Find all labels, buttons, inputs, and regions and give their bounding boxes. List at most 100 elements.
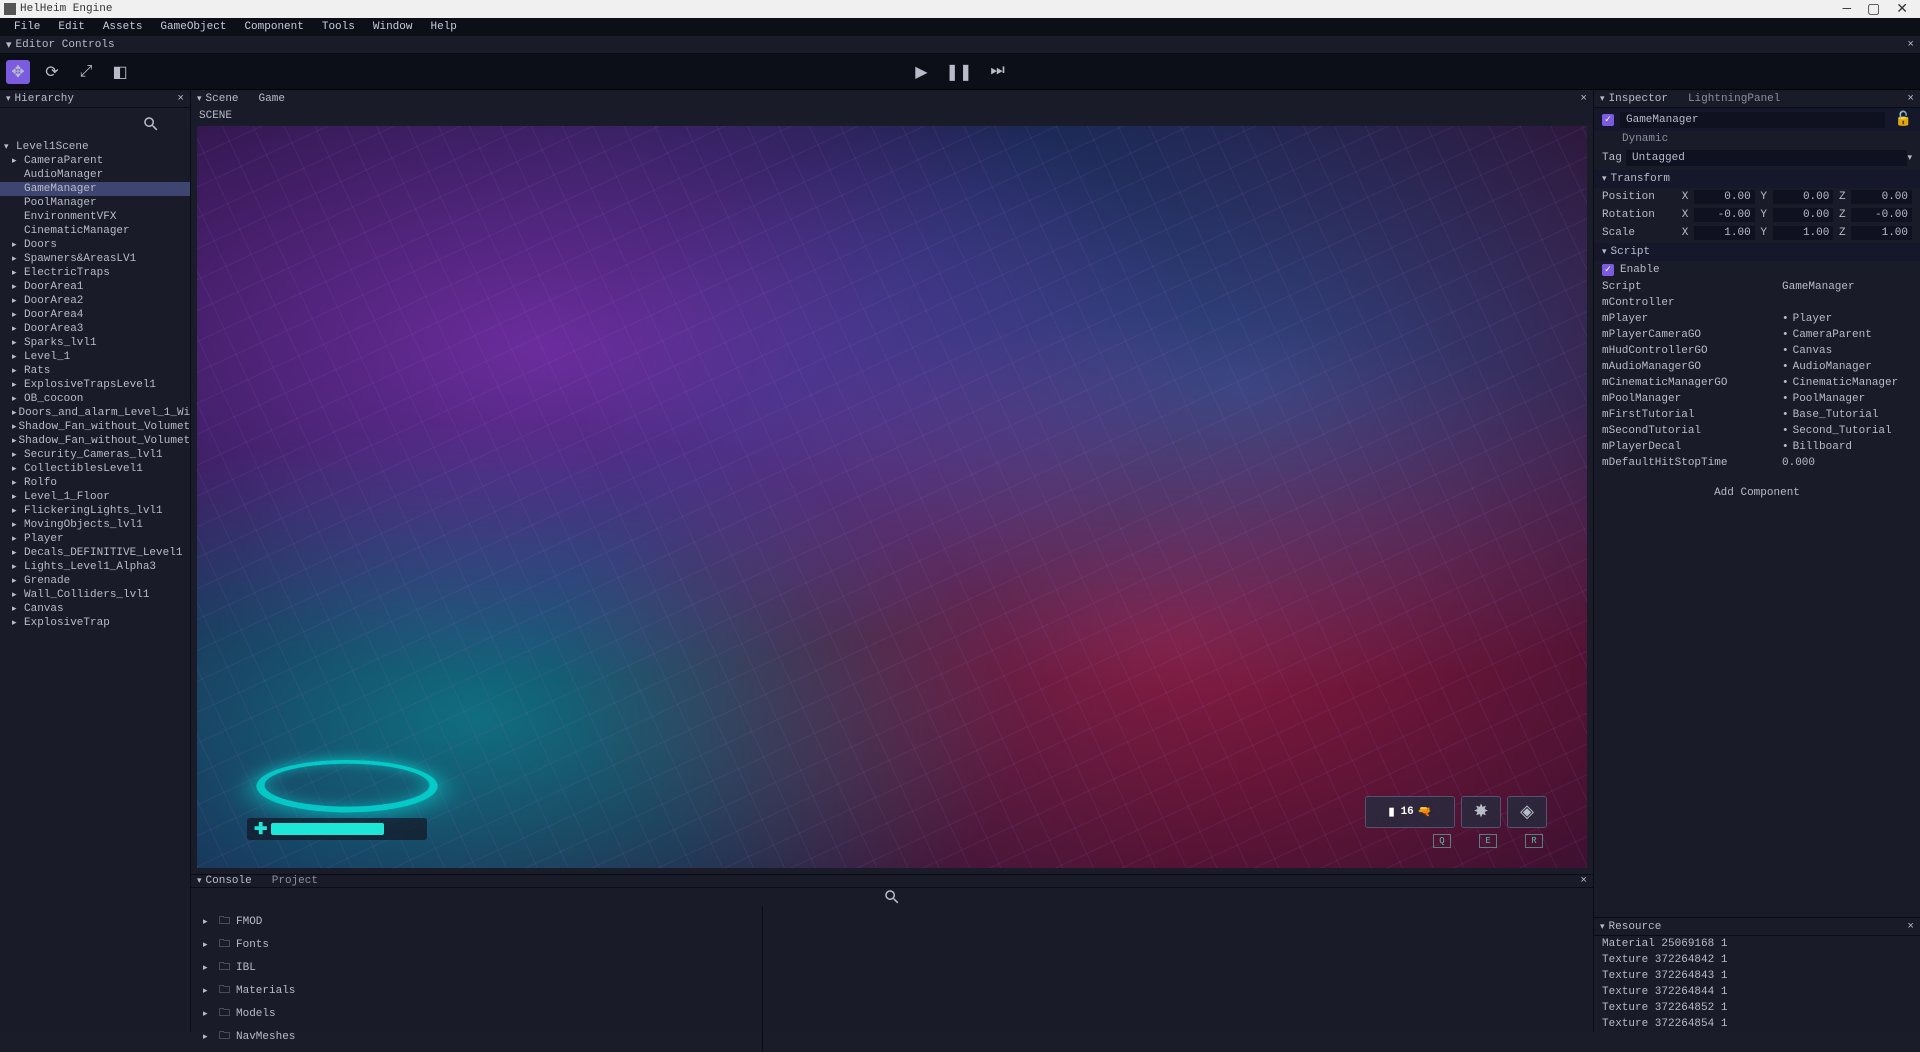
play-button[interactable]: ▶	[915, 62, 927, 82]
prop-value[interactable]: CinematicManager	[1793, 377, 1899, 389]
hierarchy-item[interactable]: ▸Doors	[0, 238, 190, 252]
hierarchy-item[interactable]: ▸Canvas	[0, 602, 190, 616]
value-z[interactable]: -0.00	[1851, 208, 1912, 222]
tab-project[interactable]: Project	[272, 875, 318, 887]
prop-value[interactable]: Second_Tutorial	[1793, 425, 1892, 437]
hierarchy-item[interactable]: ▸ExplosiveTrap	[0, 616, 190, 630]
hierarchy-root[interactable]: ▾ Level1Scene	[0, 140, 190, 154]
tab-inspector[interactable]: Inspector	[1609, 93, 1668, 105]
value-z[interactable]: 0.00	[1851, 190, 1912, 204]
menu-tools[interactable]: Tools	[314, 19, 363, 35]
script-enable-checkbox[interactable]: ✓	[1602, 264, 1614, 276]
step-button[interactable]: ⏭	[990, 62, 1004, 82]
hierarchy-item[interactable]: ▸Lights_Level1_Alpha3	[0, 560, 190, 574]
project-search[interactable]	[191, 888, 1593, 906]
editor-controls-close[interactable]: ×	[1907, 39, 1914, 51]
hierarchy-item[interactable]: ▸Spawners&AreasLV1	[0, 252, 190, 266]
prop-value[interactable]: Billboard	[1793, 441, 1852, 453]
script-field-value[interactable]: GameManager	[1782, 281, 1855, 293]
hierarchy-item[interactable]: ▸CollectiblesLevel1	[0, 462, 190, 476]
hierarchy-item[interactable]: ▸Wall_Colliders_lvl1	[0, 588, 190, 602]
prop-value[interactable]: Player	[1793, 313, 1833, 325]
maximize-button[interactable]: ▢	[1867, 1, 1880, 18]
hierarchy-item[interactable]: ▸CameraParent	[0, 154, 190, 168]
hierarchy-item[interactable]: ▸Doors_and_alarm_Level_1_With_E	[0, 406, 190, 420]
prop-value[interactable]: PoolManager	[1793, 393, 1866, 405]
lock-icon[interactable]: 🔓	[1895, 111, 1912, 128]
hierarchy-item[interactable]: PoolManager	[0, 196, 190, 210]
object-name-field[interactable]: GameManager	[1620, 112, 1885, 128]
transform-section[interactable]: ▾ Transform	[1594, 170, 1920, 188]
resource-close[interactable]: ×	[1907, 921, 1914, 933]
pause-button[interactable]: ❚❚	[946, 62, 973, 82]
hierarchy-item[interactable]: ▸OB_cocoon	[0, 392, 190, 406]
hierarchy-item[interactable]: ▸Rolfo	[0, 476, 190, 490]
value-x[interactable]: 1.00	[1694, 226, 1755, 240]
value-z[interactable]: 1.00	[1851, 226, 1912, 240]
menu-help[interactable]: Help	[422, 19, 464, 35]
hierarchy-close[interactable]: ×	[177, 93, 184, 105]
menu-file[interactable]: File	[6, 19, 48, 35]
project-folder[interactable]: ▸🗀FMOD	[199, 910, 754, 933]
menu-window[interactable]: Window	[365, 19, 421, 35]
hierarchy-item[interactable]: EnvironmentVFX	[0, 210, 190, 224]
menu-component[interactable]: Component	[236, 19, 311, 35]
prop-value[interactable]: CameraParent	[1793, 329, 1872, 341]
hierarchy-item[interactable]: GameManager	[0, 182, 190, 196]
tab-game[interactable]: Game	[259, 93, 285, 105]
hierarchy-item[interactable]: ▸Sparks_lvl1	[0, 336, 190, 350]
value-x[interactable]: 0.00	[1694, 190, 1755, 204]
value-y[interactable]: 0.00	[1773, 190, 1834, 204]
hierarchy-item[interactable]: ▸DoorArea3	[0, 322, 190, 336]
minimize-button[interactable]: —	[1843, 1, 1851, 18]
tab-scene[interactable]: Scene	[206, 93, 239, 105]
hierarchy-item[interactable]: ▸Shadow_Fan_without_Volumetric	[0, 434, 190, 448]
hierarchy-item[interactable]: ▸Decals_DEFINITIVE_Level1	[0, 546, 190, 560]
refresh-tool[interactable]: ⟳	[40, 60, 64, 84]
tab-console[interactable]: Console	[206, 875, 252, 887]
menu-edit[interactable]: Edit	[50, 19, 92, 35]
project-folder[interactable]: ▸🗀Models	[199, 1002, 754, 1025]
project-folder[interactable]: ▸🗀IBL	[199, 956, 754, 979]
bottom-close[interactable]: ×	[1580, 875, 1587, 887]
enabled-checkbox[interactable]: ✓	[1602, 114, 1614, 126]
script-section[interactable]: ▾ Script	[1594, 243, 1920, 261]
tab-lightning[interactable]: LightningPanel	[1688, 93, 1780, 105]
prop-value[interactable]: 0.000	[1782, 457, 1815, 469]
hierarchy-item[interactable]: ▸DoorArea1	[0, 280, 190, 294]
menu-assets[interactable]: Assets	[95, 19, 151, 35]
hierarchy-item[interactable]: ▸DoorArea4	[0, 308, 190, 322]
project-folder[interactable]: ▸🗀Materials	[199, 979, 754, 1002]
hierarchy-item[interactable]: ▸MovingObjects_lvl1	[0, 518, 190, 532]
project-folder[interactable]: ▸🗀Fonts	[199, 933, 754, 956]
hierarchy-item[interactable]: ▸Level_1	[0, 350, 190, 364]
tag-dropdown[interactable]: Untagged	[1626, 150, 1907, 166]
scene-viewport[interactable]: ✚ ▮16🔫 ✸ ◈ Q E R	[197, 126, 1587, 868]
hierarchy-search[interactable]	[0, 108, 190, 140]
add-component-button[interactable]: Add Component	[1594, 481, 1920, 505]
project-tree[interactable]: ▸🗀FMOD▸🗀Fonts▸🗀IBL▸🗀Materials▸🗀Models▸🗀N…	[191, 906, 763, 1052]
project-folder[interactable]: ▸🗀NavMeshes	[199, 1025, 754, 1048]
hierarchy-item[interactable]: CinematicManager	[0, 224, 190, 238]
hierarchy-item[interactable]: ▸ExplosiveTrapsLevel1	[0, 378, 190, 392]
hierarchy-item[interactable]: ▸Grenade	[0, 574, 190, 588]
move-tool[interactable]: ✥	[6, 60, 30, 84]
value-x[interactable]: -0.00	[1694, 208, 1755, 222]
prop-value[interactable]: AudioManager	[1793, 361, 1872, 373]
hierarchy-item[interactable]: ▸ElectricTraps	[0, 266, 190, 280]
value-y[interactable]: 0.00	[1773, 208, 1834, 222]
prop-value[interactable]: Canvas	[1793, 345, 1833, 357]
hierarchy-item[interactable]: ▸Level_1_Floor	[0, 490, 190, 504]
menu-gameobject[interactable]: GameObject	[152, 19, 234, 35]
hierarchy-item[interactable]: ▸Rats	[0, 364, 190, 378]
hierarchy-item[interactable]: ▸Player	[0, 532, 190, 546]
hierarchy-item[interactable]: ▸Security_Cameras_lvl1	[0, 448, 190, 462]
hierarchy-item[interactable]: ▸Shadow_Fan_without_Volumetric	[0, 420, 190, 434]
hierarchy-item[interactable]: AudioManager	[0, 168, 190, 182]
hierarchy-item[interactable]: ▸FlickeringLights_lvl1	[0, 504, 190, 518]
hierarchy-list[interactable]: ▾ Level1Scene ▸CameraParentAudioManagerG…	[0, 140, 190, 1032]
hierarchy-item[interactable]: ▸DoorArea2	[0, 294, 190, 308]
scene-close[interactable]: ×	[1580, 93, 1587, 105]
cube-tool[interactable]: ◧	[108, 60, 132, 84]
prop-value[interactable]: Base_Tutorial	[1793, 409, 1879, 421]
